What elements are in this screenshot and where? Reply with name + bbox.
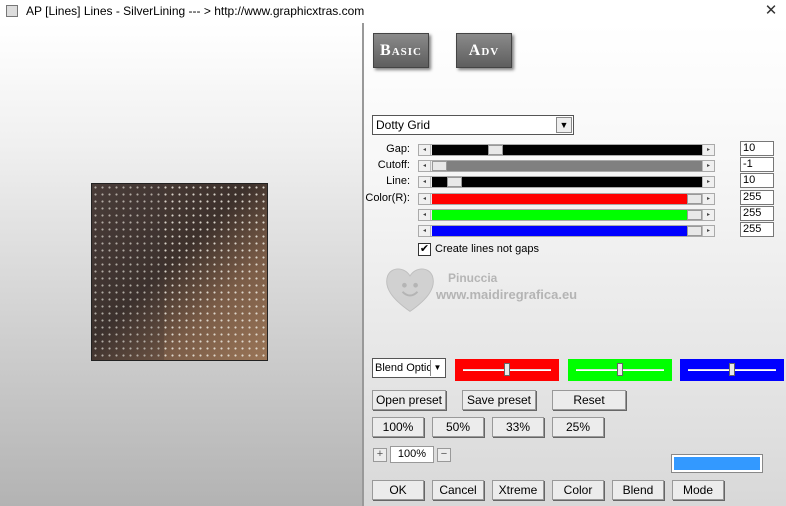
zoom-100-button[interactable]: 100% (372, 417, 424, 437)
arrow-left-icon[interactable]: ◂ (419, 226, 431, 236)
param-slider[interactable]: ◂ ▸ (418, 144, 715, 156)
param-slider[interactable]: ◂ ▸ (418, 209, 715, 221)
blend-channel-slider[interactable] (455, 359, 559, 381)
slider-thumb[interactable] (447, 177, 463, 187)
blend-channel-slider[interactable] (568, 359, 672, 381)
slider-thumb[interactable] (729, 363, 735, 376)
color-button[interactable]: Color (552, 480, 604, 500)
xtreme-button[interactable]: Xtreme (492, 480, 544, 500)
blend-options-value: Blend Options (375, 362, 431, 374)
preview-image (91, 183, 268, 361)
param-slider[interactable]: ◂ ▸ (418, 225, 715, 237)
slider-thumb[interactable] (687, 210, 702, 220)
zoom-in-button[interactable]: + (373, 448, 387, 462)
zoom-33-button[interactable]: 33% (492, 417, 544, 437)
slider-value-field[interactable]: 255 (740, 222, 774, 237)
blend-options-select[interactable]: Blend Options ▼ (372, 358, 446, 378)
effect-dropdown[interactable]: Dotty Grid ▼ (372, 115, 574, 135)
slider-value-field[interactable]: 10 (740, 141, 774, 156)
arrow-right-icon[interactable]: ▸ (702, 226, 714, 236)
slider-track[interactable] (432, 177, 702, 187)
param-slider[interactable]: ◂ ▸ (418, 193, 715, 205)
effect-dropdown-value: Dotty Grid (376, 118, 431, 132)
window-title: AP [Lines] Lines - SilverLining --- > ht… (26, 4, 365, 18)
slider-label: Color(R): (365, 192, 410, 204)
arrow-right-icon[interactable]: ▸ (702, 161, 714, 171)
arrow-left-icon[interactable]: ◂ (419, 177, 431, 187)
slider-value-field[interactable]: 10 (740, 173, 774, 188)
controls-pane: Basic Adv Dotty Grid ▼ Gap: ◂ ▸ 10 Cutoff: ◂ ▸… (364, 23, 786, 506)
arrow-right-icon[interactable]: ▸ (702, 177, 714, 187)
arrow-left-icon[interactable]: ◂ (419, 210, 431, 220)
slider-thumb[interactable] (488, 145, 504, 155)
slider-thumb[interactable] (687, 194, 702, 204)
arrow-left-icon[interactable]: ◂ (419, 194, 431, 204)
arrow-left-icon[interactable]: ◂ (419, 145, 431, 155)
slider-track[interactable] (432, 145, 702, 155)
slider-value-field[interactable]: -1 (740, 157, 774, 172)
create-lines-label: Create lines not gaps (435, 243, 539, 255)
watermark-logo: Pinuccia www.maidiregrafica.eu (378, 255, 618, 330)
blend-button[interactable]: Blend (612, 480, 664, 500)
color-swatch[interactable] (671, 454, 763, 473)
cancel-button[interactable]: Cancel (432, 480, 484, 500)
slider-label: Cutoff: (377, 159, 410, 171)
slider-thumb[interactable] (504, 363, 510, 376)
heart-icon (386, 268, 434, 312)
tab-basic[interactable]: Basic (373, 33, 429, 68)
watermark-site: www.maidiregrafica.eu (436, 287, 578, 302)
arrow-left-icon[interactable]: ◂ (419, 161, 431, 171)
mode-button[interactable]: Mode (672, 480, 724, 500)
slider-thumb[interactable] (617, 363, 623, 376)
arrow-right-icon[interactable]: ▸ (702, 194, 714, 204)
app-icon (6, 5, 18, 17)
arrow-right-icon[interactable]: ▸ (702, 210, 714, 220)
slider-label: Gap: (386, 143, 410, 155)
ok-button[interactable]: OK (372, 480, 424, 500)
chevron-down-icon[interactable]: ▼ (430, 360, 444, 376)
zoom-25-button[interactable]: 25% (552, 417, 604, 437)
slider-value-field[interactable]: 255 (740, 190, 774, 205)
save-preset-button[interactable]: Save preset (462, 390, 536, 410)
slider-thumb[interactable] (432, 161, 447, 171)
param-slider[interactable]: ◂ ▸ (418, 176, 715, 188)
slider-track[interactable] (432, 194, 702, 204)
blend-channel-slider[interactable] (680, 359, 784, 381)
slider-value-field[interactable]: 255 (740, 206, 774, 221)
preview-pane (0, 23, 362, 506)
slider-thumb[interactable] (687, 226, 702, 236)
zoom-out-button[interactable]: − (437, 448, 451, 462)
open-preset-button[interactable]: Open preset (372, 390, 446, 410)
slider-track[interactable] (432, 210, 702, 220)
reset-button[interactable]: Reset (552, 390, 626, 410)
slider-label: Line: (386, 175, 410, 187)
chevron-down-icon[interactable]: ▼ (556, 117, 572, 133)
tab-adv[interactable]: Adv (456, 33, 512, 68)
zoom-50-button[interactable]: 50% (432, 417, 484, 437)
watermark-name: Pinuccia (448, 271, 498, 285)
slider-track[interactable] (432, 161, 702, 171)
zoom-value: 100% (390, 446, 434, 463)
close-icon[interactable]: ✕ (756, 0, 786, 23)
param-slider[interactable]: ◂ ▸ (418, 160, 715, 172)
slider-track[interactable] (432, 226, 702, 236)
arrow-right-icon[interactable]: ▸ (702, 145, 714, 155)
title-bar: AP [Lines] Lines - SilverLining --- > ht… (0, 0, 786, 23)
